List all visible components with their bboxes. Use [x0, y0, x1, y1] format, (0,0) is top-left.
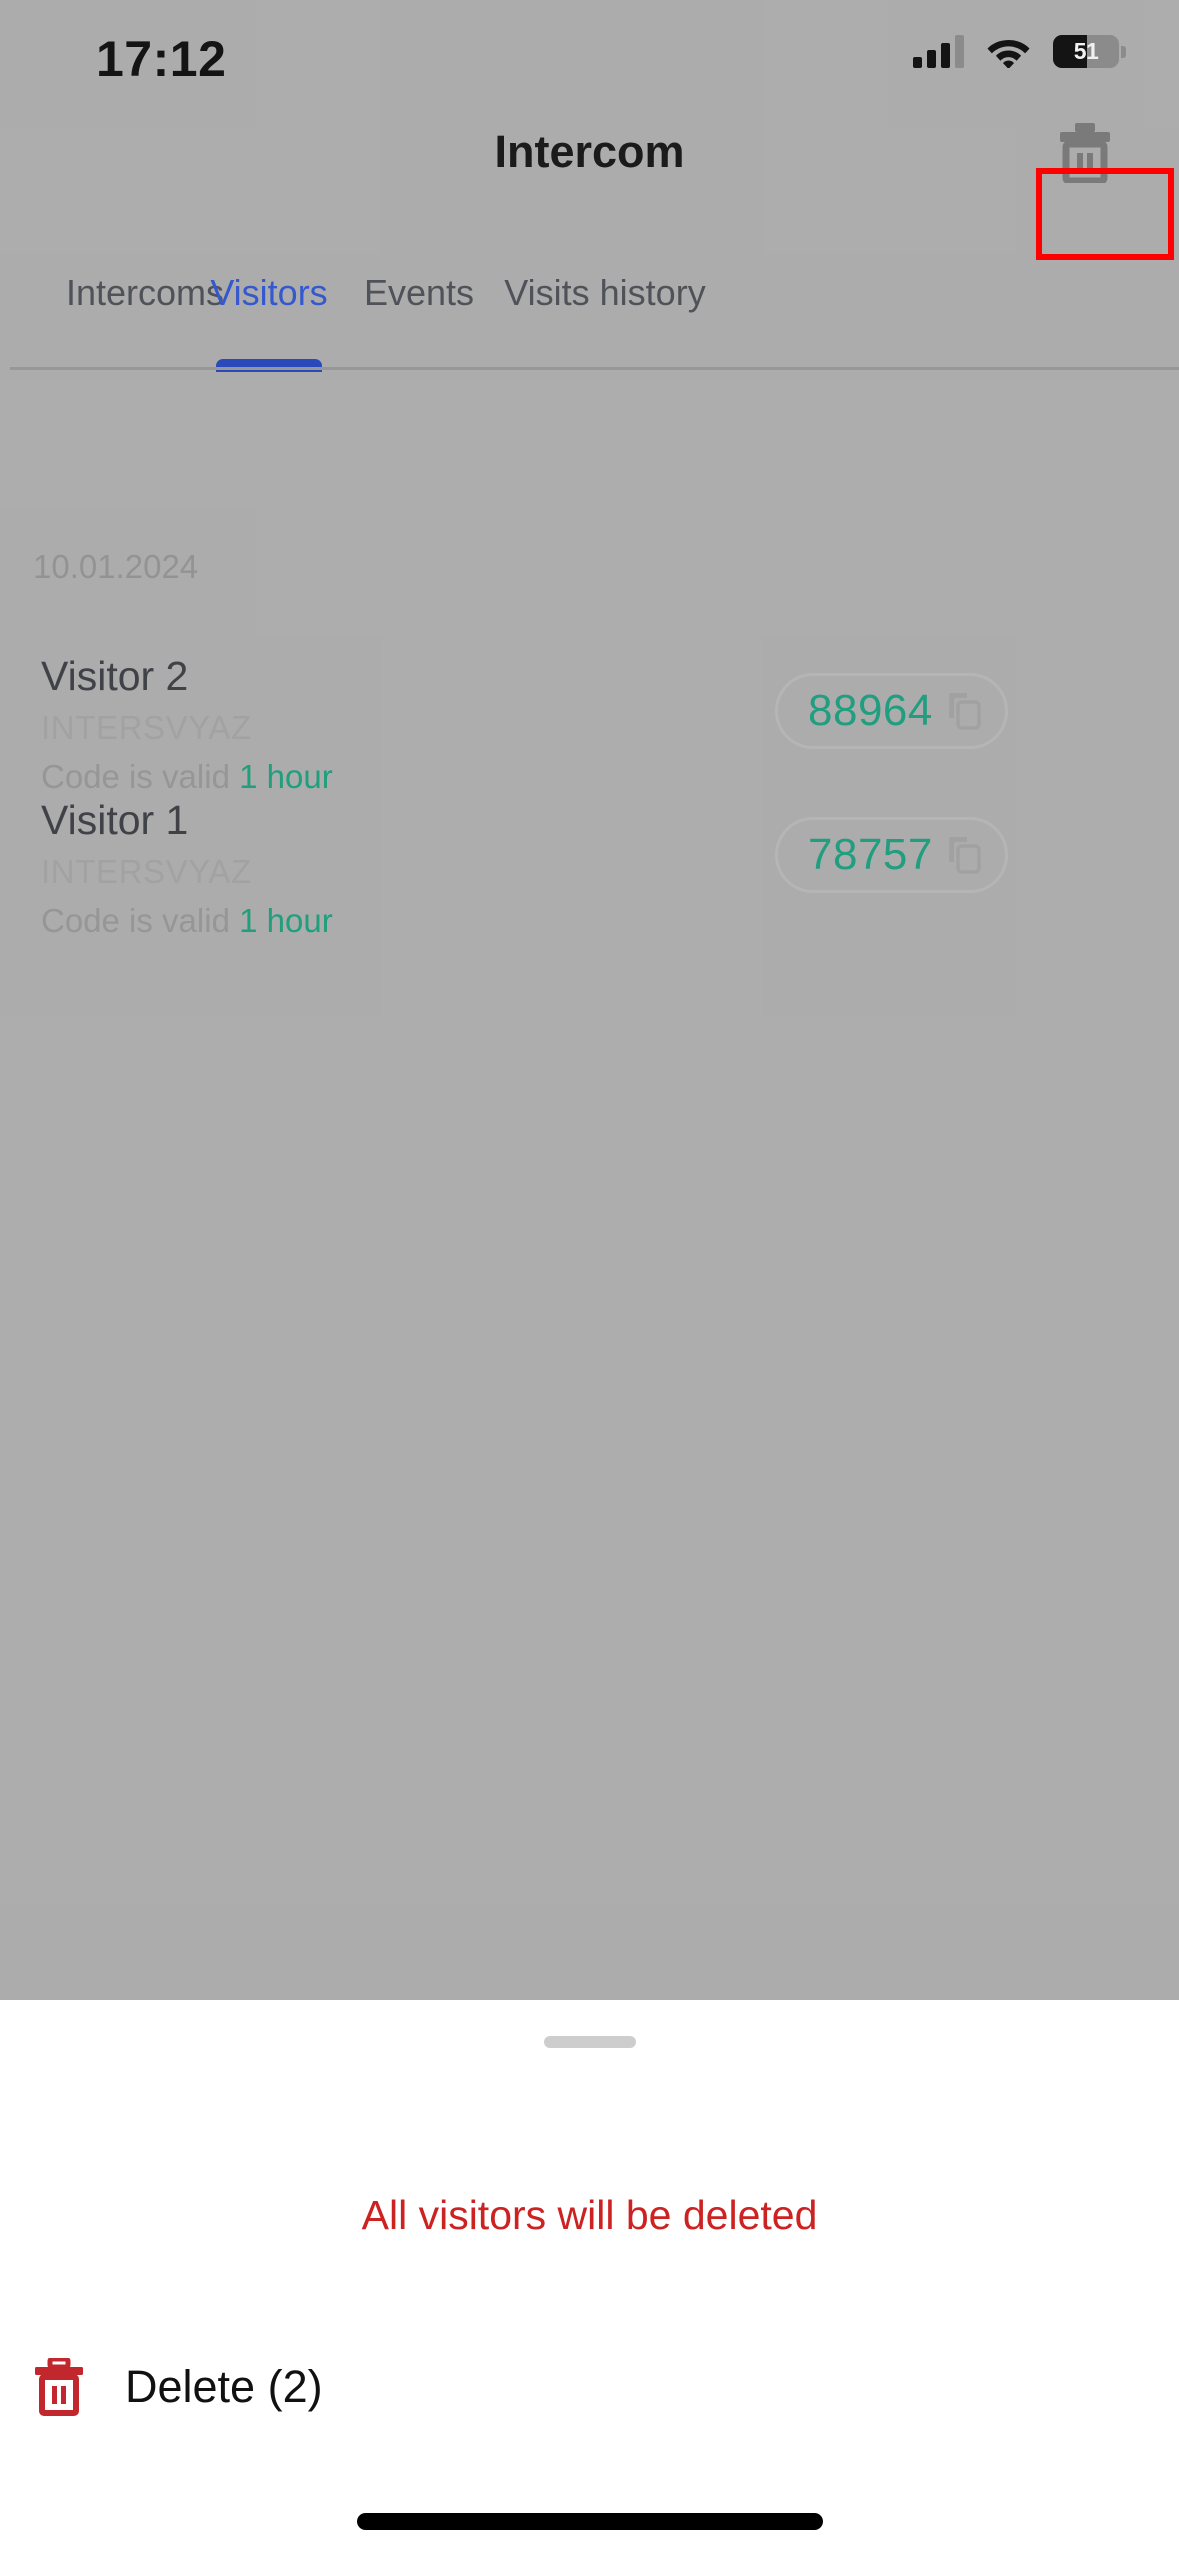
- date-section-header: 10.01.2024: [33, 548, 199, 585]
- app-content-layer: 17:12 51 Intercom Intercoms Visitors Eve…: [0, 0, 1179, 2000]
- active-tab-indicator: [216, 359, 322, 372]
- visitor-org: INTERSVYAZ: [41, 853, 252, 890]
- page-title: Intercom: [494, 126, 685, 177]
- delete-all-highlight-box: [1036, 168, 1174, 260]
- validity-prefix: Code is valid: [41, 902, 240, 939]
- visitor-validity: Code is valid 1 hour: [41, 902, 333, 940]
- tab-bar-divider: [10, 367, 1179, 370]
- phone-screen: 17:12 51 Intercom Intercoms Visitors Eve…: [0, 0, 1179, 2556]
- drag-handle[interactable]: [543, 2036, 636, 2048]
- trash-icon: [33, 2356, 85, 2416]
- status-bar: 17:12 51: [0, 0, 1179, 110]
- tab-visits-history[interactable]: Visits history: [450, 272, 760, 314]
- visitor-code: 78757: [808, 830, 933, 879]
- visitor-code-pill[interactable]: 78757: [775, 817, 1008, 893]
- battery-level-label: 51: [1073, 37, 1099, 64]
- tab-label: Visits history: [504, 272, 706, 313]
- validity-value: 1 hour: [239, 758, 333, 795]
- confirm-delete-label: Delete (2): [125, 2361, 323, 2412]
- status-bar-time: 17:12: [96, 31, 227, 87]
- visitor-org: INTERSVYAZ: [41, 709, 252, 746]
- visitor-name: Visitor 2: [41, 653, 189, 699]
- copy-icon[interactable]: [947, 835, 981, 875]
- visitor-code: 88964: [808, 686, 933, 735]
- copy-icon[interactable]: [947, 691, 981, 731]
- wifi-icon: [986, 34, 1031, 69]
- tab-bar: Intercoms Visitors Events Visits history: [0, 272, 1179, 372]
- delete-confirmation-sheet: All visitors will be deleted Delete (2): [0, 2000, 1179, 2556]
- home-indicator: [356, 2513, 823, 2530]
- sheet-warning-text: All visitors will be deleted: [361, 2192, 818, 2238]
- validity-prefix: Code is valid: [41, 758, 240, 795]
- cellular-signal-icon: [913, 34, 964, 68]
- visitor-code-pill[interactable]: 88964: [775, 673, 1008, 749]
- validity-value: 1 hour: [239, 902, 333, 939]
- visitor-validity: Code is valid 1 hour: [41, 758, 333, 796]
- confirm-delete-button[interactable]: Delete (2): [0, 2332, 1179, 2442]
- navigation-bar: Intercom: [0, 108, 1179, 198]
- status-bar-icons: 51: [913, 34, 1126, 69]
- visitor-name: Visitor 1: [41, 797, 189, 843]
- battery-icon: 51: [1053, 34, 1126, 68]
